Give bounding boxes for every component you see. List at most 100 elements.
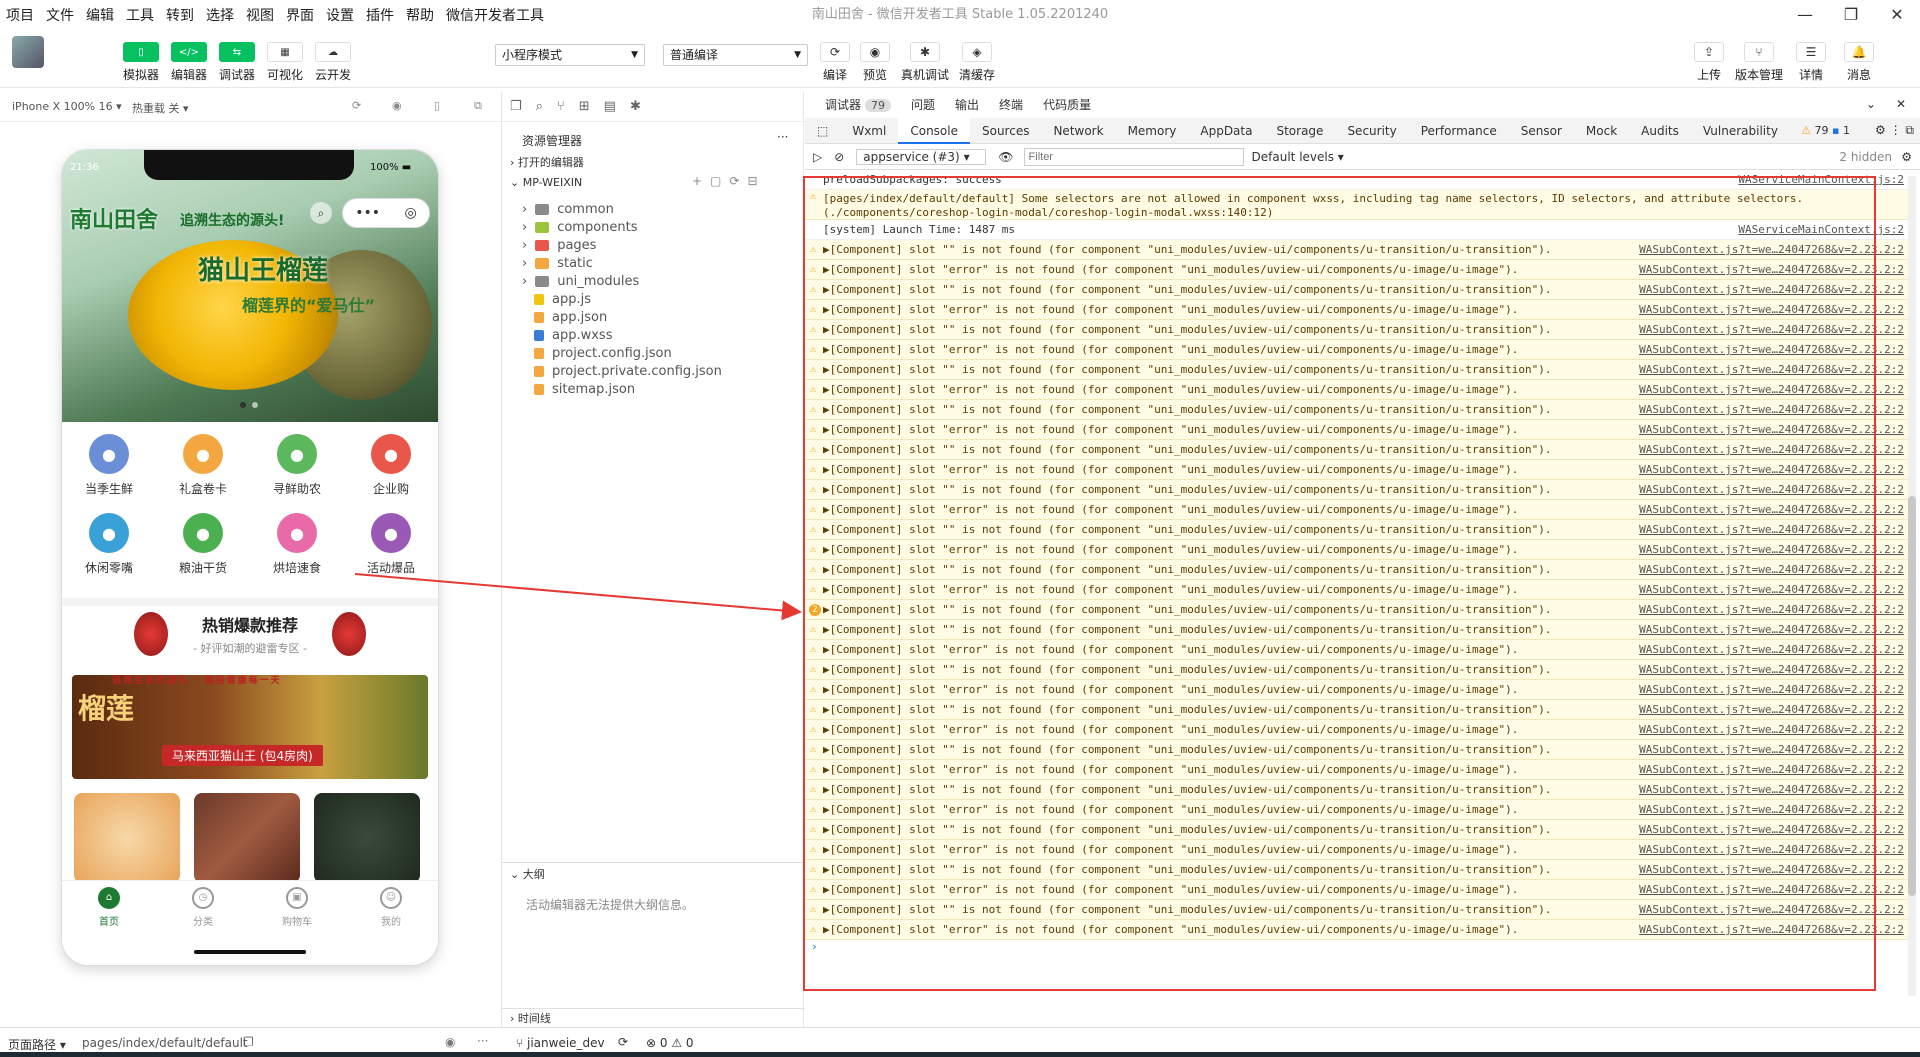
console-warning-line[interactable]: ⚠ ▶[Component] slot "error" is not found … (805, 500, 1910, 520)
menu-item[interactable]: 微信开发者工具 (440, 5, 550, 25)
console-warning-line[interactable]: ⚠ ▶[Component] slot "" is not found (for … (805, 860, 1910, 880)
source-link[interactable]: WASubContext.js?t=we…24047268&v=2.23.2:2 (1633, 640, 1904, 659)
search-icon[interactable]: ⌕ (310, 202, 332, 224)
expand-icon[interactable]: ▶ (823, 283, 830, 296)
tab-2[interactable]: ▣ 购物车 (250, 881, 344, 940)
devtools-tab[interactable]: Security (1335, 118, 1408, 144)
source-link[interactable]: WASubContext.js?t=we…24047268&v=2.23.2:2 (1633, 300, 1904, 319)
product-thumb[interactable] (314, 793, 420, 883)
expand-icon[interactable]: ▶ (823, 903, 830, 916)
file-tree-item[interactable]: project.config.json (534, 346, 672, 361)
expand-icon[interactable]: ▶ (823, 643, 830, 656)
devtools-tab[interactable]: Sources (970, 118, 1041, 144)
expand-icon[interactable]: ▶ (823, 783, 830, 796)
hotreload-toggle[interactable]: 热重载 关 ▾ (132, 100, 189, 116)
levels-select[interactable]: Default levels ▾ (1252, 150, 1344, 164)
source-link[interactable]: WASubContext.js?t=we…24047268&v=2.23.2:2 (1633, 820, 1904, 839)
toolbar-button[interactable]: ▦ 可视化 (262, 42, 308, 83)
compile-select[interactable]: 普通编译 ▼ (663, 44, 808, 66)
more-icon[interactable]: ••• (355, 205, 380, 221)
toolbar-button[interactable]: ✱ 真机调试 (900, 42, 950, 83)
page-path[interactable]: pages/index/default/default (82, 1036, 248, 1050)
source-link[interactable]: WASubContext.js?t=we…24047268&v=2.23.2:2 (1633, 700, 1904, 719)
source-link[interactable]: WASubContext.js?t=we…24047268&v=2.23.2:2 (1633, 260, 1904, 279)
extensions-icon[interactable]: ⊞ (579, 99, 590, 114)
source-link[interactable]: WASubContext.js?t=we…24047268&v=2.23.2:2 (1633, 480, 1904, 499)
source-link[interactable]: WASubContext.js?t=we…24047268&v=2.23.2:2 (1633, 520, 1904, 539)
devtools-top-tab[interactable]: 调试器 79 (825, 96, 892, 113)
source-link[interactable]: WASubContext.js?t=we…24047268&v=2.23.2:2 (1633, 460, 1904, 479)
console-warning-line[interactable]: ⚠ ▶[Component] slot "error" is not found … (805, 300, 1910, 320)
expand-icon[interactable]: ▶ (823, 423, 830, 436)
source-link[interactable]: WASubContext.js?t=we…24047268&v=2.23.2:2 (1633, 420, 1904, 439)
source-link[interactable]: WASubContext.js?t=we…24047268&v=2.23.2:2 (1633, 860, 1904, 879)
source-link[interactable]: WASubContext.js?t=we…24047268&v=2.23.2:2 (1633, 360, 1904, 379)
source-link[interactable]: WASubContext.js?t=we…24047268&v=2.23.2:2 (1633, 620, 1904, 639)
console-warning-line[interactable]: ⚠ ▶[Component] slot "" is not found (for … (805, 900, 1910, 920)
settings-icon[interactable]: ⚙ ⋮ ⧉ (1875, 123, 1914, 138)
source-link[interactable]: WASubContext.js?t=we…24047268&v=2.23.2:2 (1633, 800, 1904, 819)
expand-icon[interactable]: ▶ (823, 563, 830, 576)
expand-icon[interactable]: ▶ (823, 923, 830, 936)
menu-item[interactable]: 界面 (280, 5, 320, 25)
page-path-label[interactable]: 页面路径 ▾ (8, 1036, 66, 1053)
settings-icon[interactable]: ⚙ (1901, 150, 1912, 164)
source-link[interactable]: WASubContext.js?t=we…24047268&v=2.23.2:2 (1633, 720, 1904, 739)
console-warning-line[interactable]: ⚠ ▶[Component] slot "error" is not found … (805, 260, 1910, 280)
project-root[interactable]: ⌄ MP-WEIXIN (510, 176, 582, 189)
toolbar-button[interactable]: ◈ 清缓存 (952, 42, 1002, 83)
toolbar-button[interactable]: ⑂ 版本管理 (1734, 42, 1784, 83)
minimize-icon[interactable]: — (1782, 0, 1828, 30)
menu-item[interactable]: 工具 (120, 5, 160, 25)
detach-icon[interactable]: ⧉ (474, 99, 482, 113)
console-warning-line[interactable]: ⚠ ▶[Component] slot "error" is not found … (805, 340, 1910, 360)
devtools-tab[interactable]: Memory (1116, 118, 1189, 144)
menu-item[interactable]: 帮助 (400, 5, 440, 25)
timeline-section[interactable]: › 时间线 (510, 1010, 551, 1026)
console-warning-line[interactable]: ⚠ ▶[Component] slot "" is not found (for … (805, 480, 1910, 500)
file-tree-item[interactable]: › static (522, 256, 593, 271)
console-warning-line[interactable]: ⚠ ▶[Component] slot "error" is not found … (805, 720, 1910, 740)
menu-item[interactable]: 设置 (320, 5, 360, 25)
toolbar-button[interactable]: ⇪ 上传 (1684, 42, 1734, 83)
console-warning-line[interactable]: 2 ▶[Component] slot "" is not found (for … (805, 600, 1910, 620)
console-warning-line[interactable]: ⚠ ▶[Component] slot "" is not found (for … (805, 700, 1910, 720)
expand-icon[interactable]: ▶ (823, 823, 830, 836)
more-icon[interactable]: ··· (477, 1034, 488, 1048)
console-warning-line[interactable]: ⚠ ▶[Component] slot "error" is not found … (805, 920, 1910, 940)
devtools-tab[interactable]: Wxml (840, 118, 898, 144)
file-tree-item[interactable]: app.json (534, 310, 607, 325)
expand-icon[interactable]: ▶ (823, 663, 830, 676)
outline-section[interactable]: ⌄ 大纲 (510, 866, 545, 882)
file-tree-item[interactable]: › components (522, 220, 638, 235)
open-editors-section[interactable]: › 打开的编辑器 (510, 154, 584, 170)
sync-icon[interactable]: ⟳ (618, 1035, 628, 1049)
expand-icon[interactable]: ▶ (823, 403, 830, 416)
devtools-tab[interactable]: Audits (1629, 118, 1691, 144)
avatar[interactable] (12, 36, 44, 68)
console-warning-line[interactable]: ⚠ ▶[Component] slot "error" is not found … (805, 680, 1910, 700)
source-link[interactable]: WASubContext.js?t=we…24047268&v=2.23.2:2 (1633, 920, 1904, 939)
expand-icon[interactable]: ▶ (823, 303, 830, 316)
expand-icon[interactable]: ▶ (823, 723, 830, 736)
source-link[interactable]: WASubContext.js?t=we…24047268&v=2.23.2:2 (1633, 320, 1904, 339)
source-link[interactable]: WASubContext.js?t=we…24047268&v=2.23.2:2 (1633, 660, 1904, 679)
tab-3[interactable]: ☺ 我的 (344, 881, 438, 940)
eye-icon[interactable]: ◉ (445, 1035, 455, 1049)
toolbar-button[interactable]: ⇆ 调试器 (214, 42, 260, 83)
expand-icon[interactable]: ▶ (823, 263, 830, 276)
console-warning-line[interactable]: ⚠ ▶[Component] slot "error" is not found … (805, 880, 1910, 900)
tab-1[interactable]: ◷ 分类 (156, 881, 250, 940)
banner[interactable]: 南山田舍 追溯生态的源头! 猫山王榴莲 榴莲界的“爱马仕” ⌕ ••• ◎ (62, 150, 438, 422)
promo-banner[interactable]: 追溯生态的源头 · 链接健康每一天 榴莲 马来西亚猫山王 (包4房肉) (72, 675, 428, 779)
source-link[interactable]: WASubContext.js?t=we…24047268&v=2.23.2:2 (1633, 600, 1904, 619)
expand-icon[interactable]: ▶ (823, 583, 830, 596)
storage-icon[interactable]: ▤ (604, 99, 616, 114)
devtools-top-tab[interactable]: 终端 (999, 96, 1023, 113)
copy-icon[interactable]: ❐ (243, 1035, 254, 1049)
devtools-tab[interactable]: Vulnerability (1691, 118, 1790, 144)
capsule-menu[interactable]: ••• ◎ (342, 198, 430, 228)
source-link[interactable]: WASubContext.js?t=we…24047268&v=2.23.2:2 (1633, 500, 1904, 519)
close-icon[interactable]: ✕ (1896, 97, 1906, 111)
devtools-top-tab[interactable]: 代码质量 (1043, 96, 1091, 113)
